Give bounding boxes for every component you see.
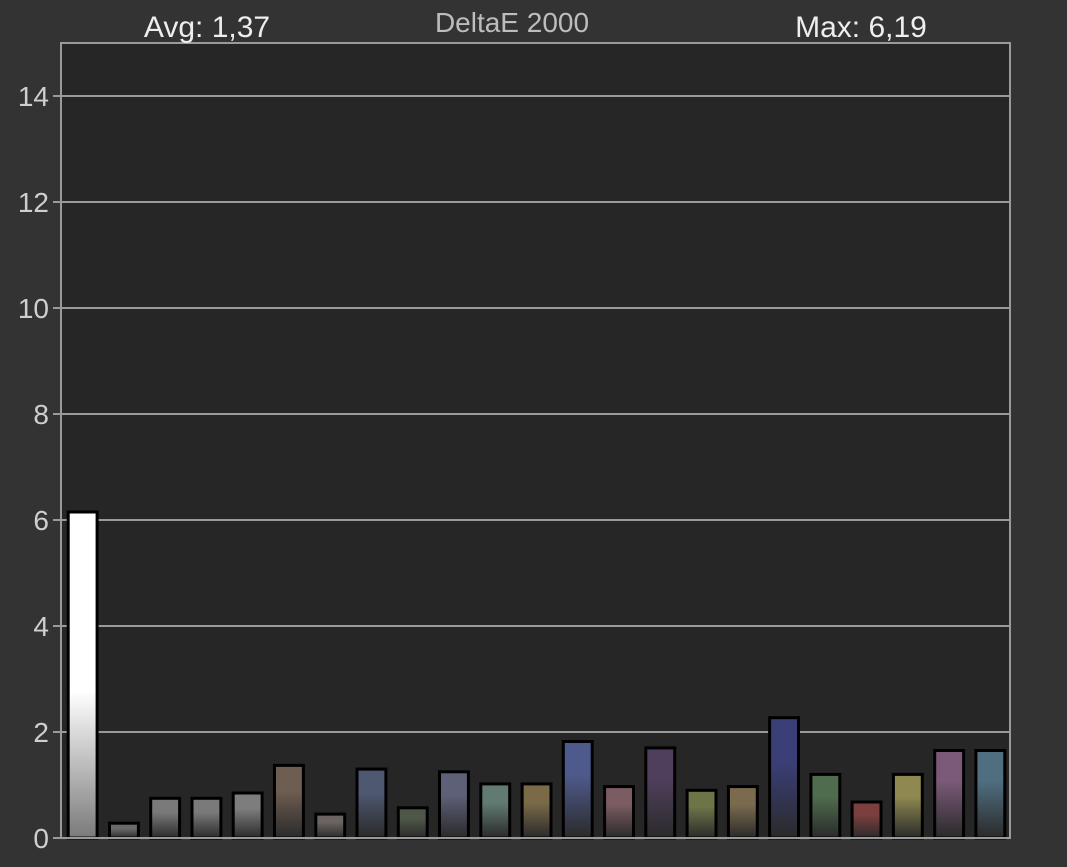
chart-svg: 0 2 4 6 8 10 12 14 Avg: 1,37 DeltaE 2000 Max: 6… bbox=[18, 7, 1011, 854]
y-tick-label: 14 bbox=[18, 81, 49, 112]
bar-18 bbox=[768, 716, 800, 840]
bar-8 bbox=[355, 767, 388, 840]
bar-23 bbox=[974, 749, 1007, 840]
y-tick-label: 4 bbox=[33, 611, 49, 642]
bar-5 bbox=[231, 791, 264, 840]
bar-10 bbox=[438, 770, 470, 840]
avg-label: Avg: 1,37 bbox=[144, 11, 270, 44]
bar-14 bbox=[603, 785, 635, 840]
bar-3 bbox=[149, 796, 182, 840]
delta-e-chart: 0 2 4 6 8 10 12 14 Avg: 1,37 DeltaE 2000 Max: 6… bbox=[0, 0, 1067, 862]
y-tick-label: 2 bbox=[33, 717, 49, 748]
bar-13 bbox=[561, 740, 594, 840]
y-tick-label: 0 bbox=[33, 823, 49, 854]
bar-6 bbox=[273, 763, 305, 840]
plot-area bbox=[61, 43, 1010, 838]
bar-12 bbox=[520, 782, 553, 840]
bar-9 bbox=[396, 806, 429, 840]
bar-20 bbox=[850, 800, 883, 840]
bar-16 bbox=[685, 788, 718, 840]
max-label: Max: 6,19 bbox=[795, 11, 927, 44]
bar-4 bbox=[190, 796, 223, 840]
y-tick-label: 12 bbox=[18, 187, 49, 218]
y-axis-ticks: 0 2 4 6 8 10 12 14 bbox=[18, 81, 61, 854]
bar-22 bbox=[933, 749, 966, 840]
bar-15 bbox=[644, 746, 677, 840]
chart-title: DeltaE 2000 bbox=[435, 7, 589, 38]
bar-21 bbox=[891, 772, 924, 840]
bar-2 bbox=[108, 821, 140, 840]
y-tick-label: 8 bbox=[33, 399, 49, 430]
bar-1 bbox=[66, 510, 99, 840]
bar-7 bbox=[314, 812, 347, 840]
y-tick-label: 10 bbox=[18, 293, 49, 324]
bar-19 bbox=[809, 772, 842, 840]
bar-11 bbox=[479, 782, 512, 840]
y-tick-label: 6 bbox=[33, 505, 49, 536]
bar-17 bbox=[726, 785, 759, 840]
